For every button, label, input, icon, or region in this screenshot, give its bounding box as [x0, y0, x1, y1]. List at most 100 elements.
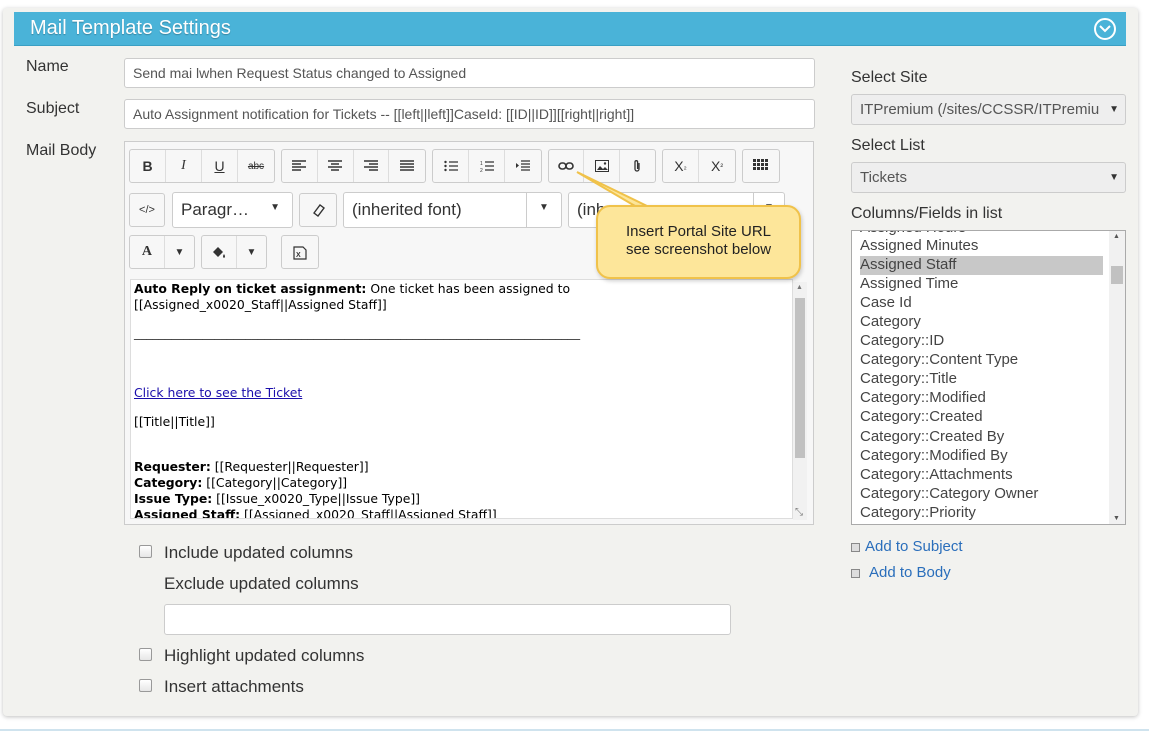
table-grid-icon[interactable] — [743, 150, 779, 182]
columns-scrollbar-thumb[interactable] — [1111, 266, 1123, 284]
strikethrough-icon[interactable]: abc — [238, 150, 274, 182]
list-item[interactable]: Category::Category Owner — [860, 485, 1103, 504]
scroll-down-icon[interactable]: ▼ — [1113, 515, 1120, 522]
exclude-updated-label: Exclude updated columns — [164, 574, 359, 593]
chevron-down-icon: ▼ — [1109, 172, 1119, 183]
insert-attachments-label: Insert attachments — [164, 677, 304, 696]
list-item[interactable]: Assigned Time — [860, 275, 1103, 294]
eraser-group — [299, 193, 337, 227]
align-left-icon[interactable] — [282, 150, 318, 182]
body-line-issuetype: Issue Type: [[Issue_x0020_Type||Issue Ty… — [134, 491, 421, 506]
select-site-label: Select Site — [851, 69, 928, 86]
tooltip-line1: Insert Portal Site URL — [625, 223, 772, 240]
script-group: X₂ X² — [662, 149, 736, 183]
italic-icon[interactable]: I — [166, 150, 202, 182]
select-site-value: ITPremium (/sites/CCSSR/ITPremiu — [860, 101, 1100, 118]
font-family-value: (inherited font) — [352, 200, 462, 219]
chevron-down-icon: ▼ — [270, 202, 280, 213]
editor-scrollbar[interactable]: ▲ ⤡ — [793, 282, 807, 520]
exclude-updated-input[interactable] — [164, 604, 731, 635]
source-group: </> — [129, 193, 165, 227]
ticket-link[interactable]: Click here to see the Ticket — [134, 385, 302, 400]
expand-icon — [851, 543, 860, 552]
include-updated-checkbox[interactable] — [139, 545, 152, 558]
align-group — [281, 149, 426, 183]
collapse-chevron-icon[interactable] — [1094, 18, 1116, 40]
bold-icon[interactable]: B — [130, 150, 166, 182]
format-group: B I U abc — [129, 149, 275, 183]
underline-icon[interactable]: U — [202, 150, 238, 182]
list-item-selected[interactable]: Assigned Staff — [860, 256, 1103, 275]
body-line-requester: Requester: [[Requester||Requester]] — [134, 459, 369, 474]
list-item[interactable]: Category::Title — [860, 370, 1103, 389]
font-family-dropdown[interactable]: (inherited font) ▼ — [343, 192, 562, 228]
body-line-staff: Assigned Staff: [[Assigned_x0020_Staff||… — [134, 507, 497, 519]
include-updated-label: Include updated columns — [164, 543, 354, 562]
columns-scrollbar[interactable]: ▲ ▼ — [1109, 231, 1125, 524]
expand-icon — [851, 569, 860, 578]
code-view-icon[interactable]: </> — [130, 194, 164, 226]
tooltip-pointer — [576, 171, 648, 207]
subscript-icon[interactable]: X₂ — [663, 150, 699, 182]
align-justify-icon[interactable] — [389, 150, 425, 182]
editor-scrollbar-thumb[interactable] — [795, 298, 805, 458]
editor-content[interactable]: Auto Reply on ticket assignment: One tic… — [130, 279, 793, 519]
list-item[interactable]: Category::ID — [860, 332, 1103, 351]
panel-header[interactable]: Mail Template Settings — [14, 12, 1126, 46]
paste-word-icon[interactable]: X — [282, 236, 318, 268]
font-color-icon[interactable]: A — [130, 236, 165, 268]
align-center-icon[interactable] — [318, 150, 354, 182]
resize-handle-icon[interactable]: ⤡ — [795, 507, 803, 518]
columns-listbox[interactable]: Assigned Hours Assigned Minutes Assigned… — [851, 230, 1126, 525]
body-line-assignee: [[Assigned_x0020_Staff||Assigned Staff]] — [134, 297, 387, 312]
add-to-subject-link[interactable]: Add to Subject — [865, 538, 963, 555]
list-item[interactable]: Category::Created By — [860, 428, 1103, 447]
highlight-updated-label: Highlight updated columns — [164, 646, 365, 665]
list-item[interactable]: Category::Attachments — [860, 466, 1103, 485]
list-item[interactable]: Category::Modified By — [860, 447, 1103, 466]
list-group: 12 — [432, 149, 542, 183]
list-item[interactable]: Category::Content Type — [860, 351, 1103, 370]
subject-input[interactable]: Auto Assignment notification for Tickets… — [124, 99, 815, 129]
mail-body-editor: B I U abc 12 X₂ X² </> Paragr… ▼ (inheri… — [124, 141, 814, 525]
paragraph-value: Paragr… — [181, 200, 250, 219]
add-to-body-link[interactable]: Add to Body — [869, 564, 951, 581]
select-site-dropdown[interactable]: ITPremium (/sites/CCSSR/ITPremiu ▼ — [851, 94, 1126, 125]
body-line-intro: Auto Reply on ticket assignment: One tic… — [134, 281, 571, 296]
scroll-up-icon[interactable]: ▲ — [796, 284, 803, 291]
name-input[interactable]: Send mai lwhen Request Status changed to… — [124, 58, 815, 88]
select-list-dropdown[interactable]: Tickets ▼ — [851, 162, 1126, 193]
list-item[interactable]: Category::Created — [860, 408, 1103, 427]
color-group: A ▼ — [129, 235, 195, 269]
svg-text:X: X — [296, 252, 301, 259]
list-item[interactable]: Assigned Minutes — [860, 237, 1103, 256]
highlight-updated-checkbox[interactable] — [139, 648, 152, 661]
list-item[interactable]: Category::Modified — [860, 389, 1103, 408]
select-list-value: Tickets — [860, 169, 907, 186]
superscript-icon[interactable]: X² — [699, 150, 735, 182]
chevron-down-icon[interactable]: ▼ — [165, 236, 194, 268]
bullet-list-icon[interactable] — [433, 150, 469, 182]
table-group — [742, 149, 780, 183]
name-label: Name — [26, 58, 69, 75]
list-item[interactable]: Category::Priority — [860, 504, 1103, 523]
chevron-down-icon[interactable]: ▼ — [237, 236, 266, 268]
clear-format-icon[interactable] — [300, 194, 336, 226]
scroll-up-icon[interactable]: ▲ — [1113, 233, 1120, 240]
align-right-icon[interactable] — [354, 150, 390, 182]
select-list-label: Select List — [851, 137, 925, 154]
indent-icon[interactable] — [505, 150, 541, 182]
subject-label: Subject — [26, 100, 80, 117]
body-rule: ________________________________________… — [134, 325, 581, 340]
numbered-list-icon[interactable]: 12 — [469, 150, 505, 182]
paste-group: X — [281, 235, 319, 269]
highlight-color-icon[interactable] — [202, 236, 237, 268]
insert-url-tooltip: Insert Portal Site URL see screenshot be… — [596, 205, 801, 279]
list-item[interactable]: Case Id — [860, 294, 1103, 313]
paragraph-dropdown[interactable]: Paragr… ▼ — [172, 192, 293, 228]
svg-text:1: 1 — [480, 161, 483, 167]
columns-label: Columns/Fields in list — [851, 205, 1003, 222]
insert-attachments-checkbox[interactable] — [139, 679, 152, 692]
list-item[interactable]: Category — [860, 313, 1103, 332]
body-line-category: Category: [[Category||Category]] — [134, 475, 348, 490]
